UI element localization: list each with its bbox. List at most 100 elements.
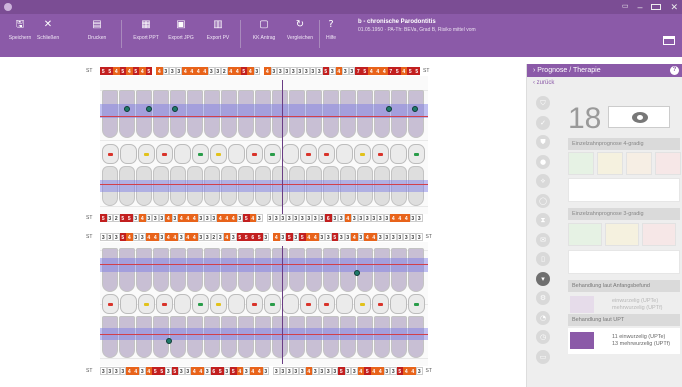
restore-icon[interactable]: ▭ [622, 1, 629, 13]
visibility-toggle[interactable] [608, 106, 670, 128]
tooth-status-icon[interactable]: ⛉ [536, 96, 550, 110]
root-icon[interactable]: ⟡ [536, 174, 550, 188]
help-icon[interactable]: ? [670, 66, 679, 75]
export-jpg-button[interactable]: ▣ Export JPG [163, 18, 199, 41]
maximize-icon[interactable] [651, 4, 662, 10]
close-window-icon[interactable]: ✕ [670, 1, 678, 13]
restoration-marker [414, 153, 419, 156]
clock-icon[interactable]: ◷ [536, 330, 550, 344]
prognosis-fair-box[interactable] [605, 223, 639, 246]
tooth-crown[interactable] [336, 294, 353, 314]
export-ppt-button[interactable]: ▦ Export PPT [128, 18, 164, 41]
tooth-crown[interactable] [264, 294, 281, 314]
tooth-crown[interactable] [318, 144, 335, 164]
restoration-marker [144, 303, 149, 306]
restoration-marker [378, 153, 383, 156]
mail-icon[interactable]: ✉ [536, 232, 550, 247]
tooth-crown[interactable] [390, 144, 407, 164]
tooth-crown[interactable] [228, 294, 245, 314]
furcation-marker [146, 106, 152, 112]
tooth-crown[interactable] [408, 294, 425, 314]
prognosis-hopeless-box[interactable] [655, 152, 681, 175]
close-icon: ✕ [43, 19, 53, 30]
implant-icon[interactable]: ⧗ [536, 213, 550, 227]
tooth-crown[interactable] [156, 294, 173, 314]
restoration-marker [414, 303, 419, 306]
tooth-crown[interactable] [282, 294, 299, 314]
upt-treatment-legend: 11 einwurzelig (UPTe) 13 mehrwurzelig (U… [568, 328, 680, 354]
tooth-crown[interactable] [228, 144, 245, 164]
patient-details: 01.05.1950 · PA-Th: BEVa, Grad B, Risiko… [358, 27, 476, 33]
tooth-crown[interactable] [102, 294, 119, 314]
prognosis-3-field[interactable] [568, 250, 680, 274]
tooth-crown[interactable] [210, 144, 227, 164]
tooth-shield-icon[interactable]: ⛊ [536, 135, 550, 149]
restoration-marker [252, 153, 257, 156]
tooth-crown[interactable] [318, 294, 335, 314]
pocket-depth-cell[interactable]: 3 [416, 366, 423, 375]
back-link[interactable]: ‹ zurück [527, 77, 682, 89]
gingiva-line [100, 264, 428, 265]
gingiva-line [100, 334, 428, 335]
close-button[interactable]: ✕ Schließen [30, 18, 66, 41]
calendar-icon[interactable]: ▯ [536, 252, 550, 266]
tooth-extract-icon[interactable]: ◔ [536, 310, 550, 325]
prognosis-good-box[interactable] [568, 223, 602, 246]
st-label: ST [86, 214, 93, 221]
panel-title: Prognose / Therapie [537, 67, 601, 74]
pocket-depth-cell[interactable]: 5 [413, 66, 420, 75]
tooth-crown[interactable] [138, 144, 155, 164]
prognosis-good-box[interactable] [568, 152, 594, 175]
tooth-crown[interactable] [138, 294, 155, 314]
prognosis-4-field[interactable] [568, 178, 680, 202]
tooth-crown[interactable] [120, 294, 137, 314]
export-pv-button[interactable]: ▥ Export PV [200, 18, 236, 41]
tooth-crown[interactable] [372, 144, 389, 164]
print-button[interactable]: ▤ Drucken [79, 18, 115, 41]
tooth-crown[interactable] [192, 144, 209, 164]
toolbar: 🖫 Speichern ✕ Schließen ▤ Drucken ▦ Export P… [0, 14, 682, 57]
tooth-crown[interactable] [210, 294, 227, 314]
periodontal-chart: ST 5545454543334444332445434333333335343… [86, 64, 446, 376]
tooth-crown[interactable] [282, 144, 299, 164]
tooth-crown[interactable] [246, 294, 263, 314]
toolbar-divider [121, 20, 122, 48]
drop-icon[interactable]: ● [536, 154, 550, 169]
tooth-crown[interactable] [174, 144, 191, 164]
kk-antrag-button[interactable]: ▢ KK Antrag [246, 18, 282, 41]
tooth-crown[interactable] [336, 144, 353, 164]
tooth-crown[interactable] [408, 144, 425, 164]
tooth-check-icon[interactable]: ✓ [536, 115, 550, 130]
tooth-crown[interactable] [102, 144, 119, 164]
st-row-lower-top: ST 3335433443443443323435565343535443353… [86, 232, 432, 241]
tooth-crown[interactable] [300, 144, 317, 164]
treatment-text: einwurzelig (UPTe) mehrwurzelig (UPTf) [612, 298, 663, 311]
tooth-crown[interactable] [264, 144, 281, 164]
window-layout-icon[interactable] [663, 36, 675, 45]
prognosis-poor-box[interactable] [626, 152, 652, 175]
settings-icon[interactable]: ⚙ [536, 291, 550, 305]
pocket-depth-cell[interactable]: 3 [416, 213, 423, 222]
tooth-crown[interactable] [246, 144, 263, 164]
tooth-crown[interactable] [192, 294, 209, 314]
tooth-crown[interactable] [390, 294, 407, 314]
prognosis-poor-box[interactable] [642, 223, 676, 246]
tooth-crown[interactable] [120, 144, 137, 164]
chevron-right-icon[interactable]: › [533, 67, 535, 74]
pocket-depth-cells: 3335433443443443323435565343535443353343… [100, 232, 423, 241]
tooth-crown[interactable] [174, 294, 191, 314]
help-button[interactable]: ? Hilfe [313, 18, 349, 41]
tooth-crown[interactable] [354, 144, 371, 164]
chat-icon[interactable]: ▭ [536, 349, 550, 364]
tooth-outline-icon[interactable]: ◯ [536, 193, 550, 208]
minimize-icon[interactable]: – [637, 1, 642, 13]
st-label: ST [423, 67, 430, 74]
document-icon: ▢ [259, 19, 269, 30]
tooth-crown[interactable] [372, 294, 389, 314]
tooth-crown[interactable] [300, 294, 317, 314]
pocket-depth-cell[interactable]: 3 [416, 232, 423, 241]
prognosis-fair-box[interactable] [597, 152, 623, 175]
tooth-crown[interactable] [354, 294, 371, 314]
tooth-crown[interactable] [156, 144, 173, 164]
prognosis-therapy-icon[interactable]: ▾ [536, 271, 550, 286]
